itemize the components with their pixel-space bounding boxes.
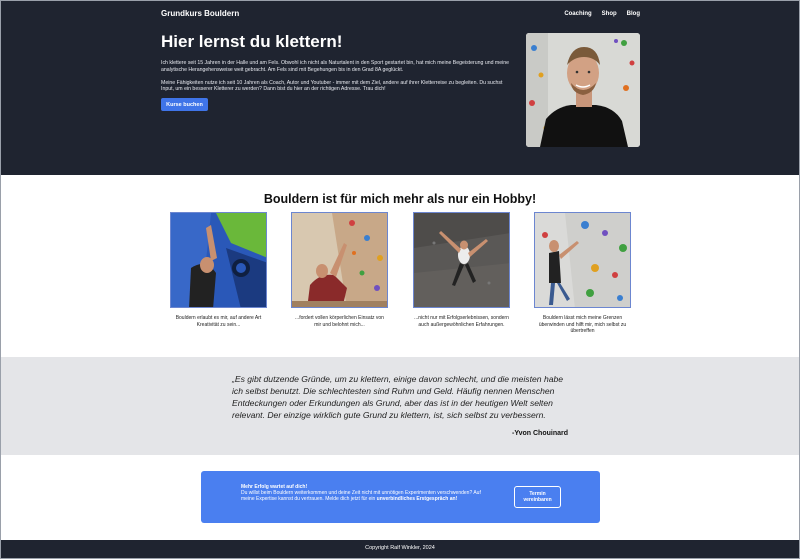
promo-section: Mehr Erfolg wartet auf dich! Du willst b… [0,455,800,540]
hobby-title: Bouldern ist für mich mehr als nur ein H… [263,192,537,206]
hero-paragraph-2: Meine Fähigkeiten nutze ich seit 10 Jahr… [161,79,503,93]
promo-body-strong: unverbindliches Erstgespräch an! [376,496,458,503]
hero-title: Hier lernst du klettern! [161,32,343,51]
climbing-photo-4 [534,212,631,308]
site-brand[interactable]: Grundkurs Bouldern [161,9,239,18]
hobby-section: Bouldern ist für mich mehr als nur ein H… [0,175,800,357]
copyright-text: Copyright Ralf Winkler, 2024 [365,545,435,551]
portrait-photo [526,33,640,147]
card-caption: ...fordert vollen körperlichen Einsatz v… [295,315,384,328]
footer: Copyright Ralf Winkler, 2024 [0,540,800,559]
climbing-photo-2 [291,212,388,308]
hero-section: Grundkurs Bouldern Coaching Shop Blog Hi… [0,0,800,175]
hobby-card: ...fordert vollen körperlichen Einsatz v… [291,212,388,328]
quote-section: „Es gibt dutzende Gründe, um zu klettern… [0,357,800,455]
hobby-card: ...nicht nur mit Erfolgserlebnissen, son… [413,212,510,328]
hobby-card: Bouldern lässt mich meine Grenzen überwi… [534,212,631,335]
hobby-card: Bouldern erlaubt es mir, auf andere Art … [170,212,267,328]
nav-shop[interactable]: Shop [602,11,617,17]
nav-coaching[interactable]: Coaching [564,11,591,17]
quote-text: „Es gibt dutzende Gründe, um zu klettern… [232,374,564,420]
climbing-photo-1 [170,212,267,308]
card-caption: Bouldern erlaubt es mir, auf andere Art … [175,315,262,328]
card-caption: Bouldern lässt mich meine Grenzen überwi… [538,315,627,334]
promo-box: Mehr Erfolg wartet auf dich! Du willst b… [201,471,600,523]
quote-author: -Yvon Chouinard [512,430,568,437]
book-courses-button[interactable]: Kurse buchen [161,98,208,111]
hero-paragraph-1: Ich klettere seit 15 Jahren in der Halle… [161,60,510,73]
promo-body: Du willst beim Bouldern weiterkommen und… [241,490,486,503]
nav-blog[interactable]: Blog [627,11,640,17]
book-appointment-button[interactable]: Termin vereinbaren [514,486,561,508]
card-caption: ...nicht nur mit Erfolgserlebnissen, son… [414,315,509,328]
hero-text: Ich klettere seit 15 Jahren in der Halle… [161,60,516,99]
main-nav: Coaching Shop Blog [564,11,640,17]
climbing-photo-3 [413,212,510,308]
